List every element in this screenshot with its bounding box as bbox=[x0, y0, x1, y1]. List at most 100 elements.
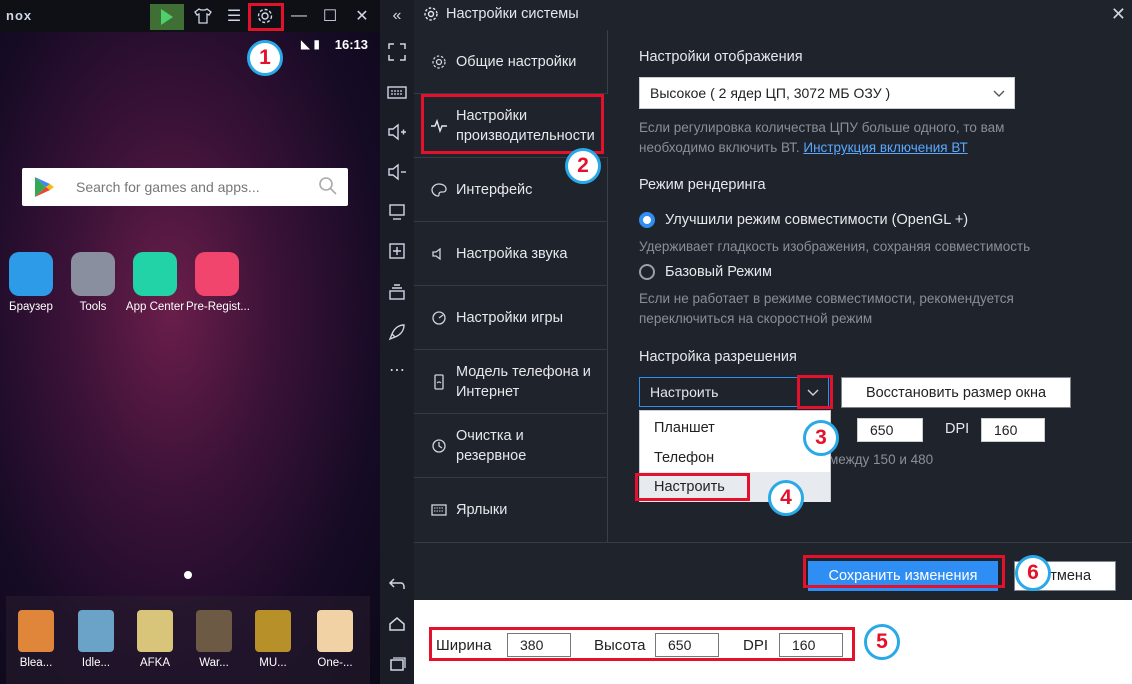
gamepad-icon bbox=[430, 309, 448, 327]
sidebar-item-label: Настройка звука bbox=[456, 245, 568, 262]
history-icon bbox=[430, 437, 448, 455]
highlight-dropdown-arrow bbox=[797, 375, 833, 409]
settings-title: Настройки системы bbox=[446, 6, 579, 22]
dock-app[interactable]: One-... bbox=[308, 610, 362, 669]
emulator-screen: nox ☰ — ☐ ✕ ◣ ▮ 16:13 Search for games a… bbox=[0, 0, 380, 684]
volume-up-icon[interactable] bbox=[385, 120, 409, 144]
minimize-icon[interactable]: — bbox=[286, 4, 312, 28]
sidebar-item-label: Ярлыки bbox=[456, 502, 508, 518]
settings-content: Настройки отображения Высокое ( 2 ядер Ц… bbox=[609, 30, 1132, 542]
app-label: AFKA bbox=[139, 657, 171, 669]
play-store-button[interactable] bbox=[150, 4, 184, 30]
palette-icon bbox=[430, 181, 448, 199]
sidebar-item-phone-model[interactable]: Модель телефона и Интернет bbox=[414, 350, 608, 414]
back-icon[interactable] bbox=[385, 572, 409, 596]
radio-button[interactable] bbox=[639, 264, 655, 280]
sidebar-item-shortcuts[interactable]: Ярлыки bbox=[414, 478, 608, 542]
callout-badge: 2 bbox=[565, 148, 601, 184]
chevron-down-icon bbox=[993, 90, 1005, 97]
speaker-icon bbox=[430, 245, 448, 263]
sidebar-item-backup[interactable]: Очистка и резервное bbox=[414, 414, 608, 478]
game-icon bbox=[317, 610, 353, 652]
gamepad-icon bbox=[195, 252, 239, 296]
radio-opengl-plus[interactable]: Улучшили режим совместимости (OpenGL +) bbox=[639, 212, 968, 228]
keyboard-icon[interactable] bbox=[385, 80, 409, 104]
volume-down-icon[interactable] bbox=[385, 160, 409, 184]
app-tools[interactable]: Tools bbox=[62, 252, 124, 313]
game-icon bbox=[255, 610, 291, 652]
maximize-icon[interactable]: ☐ bbox=[317, 4, 343, 28]
radio-button[interactable] bbox=[639, 212, 655, 228]
app-label: App Center bbox=[125, 301, 185, 313]
select-value: Настроить bbox=[650, 384, 719, 400]
highlight-settings-gear bbox=[248, 3, 284, 31]
keyboard-icon bbox=[430, 501, 448, 519]
sidebar-item-general[interactable]: Общие настройки bbox=[414, 30, 608, 94]
sidebar-item-label: Интерфейс bbox=[456, 181, 533, 198]
recent-apps-icon[interactable] bbox=[385, 652, 409, 676]
render-note: Если не работает в режиме совместимости,… bbox=[639, 289, 1014, 329]
display-note: Если регулировка количества ЦПУ больше о… bbox=[639, 118, 1004, 158]
callout-badge: 4 bbox=[768, 480, 804, 516]
search-icon[interactable] bbox=[318, 176, 338, 196]
sidebar-item-sound[interactable]: Настройка звука bbox=[414, 222, 608, 286]
dpi-label: DPI bbox=[945, 421, 970, 437]
app-label: MU... bbox=[259, 657, 287, 669]
sidebar-item-game[interactable]: Настройки игры bbox=[414, 286, 608, 350]
radio-label: Базовый Режим bbox=[665, 264, 772, 280]
dock-app[interactable]: War... bbox=[187, 610, 241, 669]
display-heading: Настройки отображения bbox=[639, 49, 803, 65]
option-phone[interactable]: Телефон bbox=[640, 443, 830, 473]
app-label: Pre-Regist... bbox=[186, 301, 250, 313]
app-app-center[interactable]: App Center bbox=[124, 252, 186, 313]
collapse-icon[interactable]: « bbox=[385, 4, 409, 28]
menu-icon[interactable]: ☰ bbox=[221, 4, 247, 28]
sidebar-item-label: Модель телефона и Интернет bbox=[456, 363, 591, 400]
clock: 16:13 bbox=[334, 37, 368, 52]
home-icon[interactable] bbox=[385, 612, 409, 636]
apk-install-icon[interactable] bbox=[385, 240, 409, 264]
search-bar[interactable]: Search for games and apps... bbox=[22, 168, 348, 206]
sidebar-item-label: Очистка и резервное bbox=[456, 427, 527, 464]
dock-app[interactable]: AFKA bbox=[128, 610, 182, 669]
option-tablet[interactable]: Планшет bbox=[640, 413, 830, 443]
emulator-titlebar: nox ☰ — ☐ ✕ bbox=[0, 0, 380, 32]
game-icon bbox=[137, 610, 173, 652]
dpi-input[interactable]: 160 bbox=[981, 418, 1045, 442]
restore-window-size-button[interactable]: Восстановить размер окна bbox=[841, 377, 1071, 408]
select-value: Высокое ( 2 ядер ЦП, 3072 МБ ОЗУ ) bbox=[650, 85, 891, 101]
page-indicator bbox=[184, 571, 192, 579]
app-pre-register[interactable]: Pre-Regist... bbox=[186, 252, 250, 313]
shirt-icon[interactable] bbox=[190, 4, 216, 28]
dpi-range-note: между 150 и 480 bbox=[829, 452, 934, 467]
display-preset-select[interactable]: Высокое ( 2 ядер ЦП, 3072 МБ ОЗУ ) bbox=[639, 77, 1015, 109]
dock-app[interactable]: MU... bbox=[246, 610, 300, 669]
sidebar-item-label: Настройки игры bbox=[456, 309, 564, 326]
app-browser[interactable]: Браузер bbox=[0, 252, 62, 313]
app-label: Браузер bbox=[9, 301, 53, 313]
resolution-heading: Настройка разрешения bbox=[639, 349, 797, 365]
height-input[interactable]: 650 bbox=[857, 418, 923, 442]
dock-app[interactable]: Idle... bbox=[69, 610, 123, 669]
settings-titlebar: Настройки системы ✕ bbox=[414, 0, 1132, 30]
game-icon bbox=[78, 610, 114, 652]
callout-badge: 3 bbox=[803, 420, 839, 456]
gear-icon bbox=[424, 7, 438, 21]
app-label: Idle... bbox=[81, 657, 111, 669]
screen-icon[interactable] bbox=[385, 200, 409, 224]
rocket-icon[interactable] bbox=[385, 320, 409, 344]
browser-icon bbox=[9, 252, 53, 296]
tools-folder-icon bbox=[71, 252, 115, 296]
multi-instance-icon[interactable] bbox=[385, 280, 409, 304]
close-icon[interactable]: ✕ bbox=[1111, 4, 1126, 25]
vt-guide-link[interactable]: Инструкция включения ВТ bbox=[803, 140, 967, 155]
app-label: Tools bbox=[79, 301, 107, 313]
highlight-save-button bbox=[803, 555, 1005, 588]
fullscreen-icon[interactable] bbox=[385, 40, 409, 64]
search-input[interactable]: Search for games and apps... bbox=[76, 179, 260, 195]
radio-basic-mode[interactable]: Базовый Режим bbox=[639, 264, 772, 280]
emulator-toolbar: « ⋯ bbox=[380, 0, 414, 684]
more-icon[interactable]: ⋯ bbox=[385, 358, 409, 382]
close-icon[interactable]: ✕ bbox=[349, 4, 375, 28]
dock-app[interactable]: Blea... bbox=[9, 610, 63, 669]
